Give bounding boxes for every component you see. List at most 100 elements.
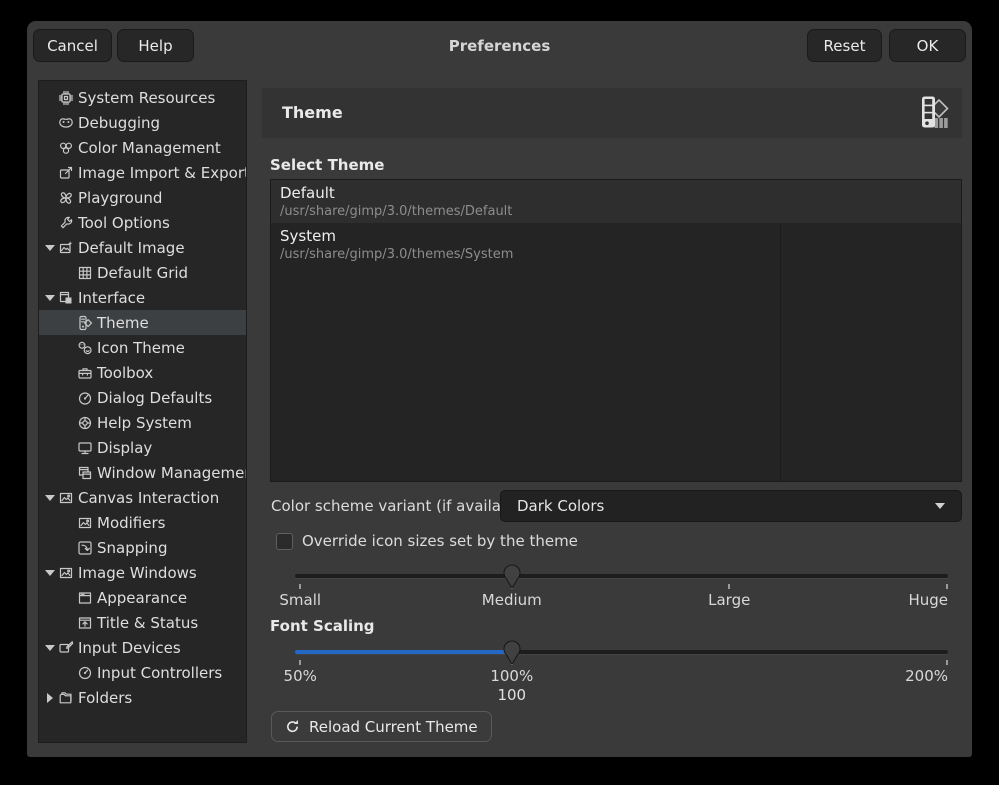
sidebar-item-label: Folders [78,689,132,707]
reset-button[interactable]: Reset [807,29,882,62]
sidebar-item-label: Playground [78,189,162,207]
help-system-icon [77,415,93,431]
sidebar-item-label: Theme [97,314,149,332]
slider-tick-label: Medium [482,591,542,609]
playground-icon [58,190,74,206]
sidebar-item-label: Canvas Interaction [78,489,219,507]
theme-list-item-default[interactable]: Default/usr/share/gimp/3.0/themes/Defaul… [271,180,961,223]
slider-tick [299,660,301,665]
expander-open-icon[interactable] [43,245,57,251]
override-icon-sizes-label: Override icon sizes set by the theme [302,532,578,550]
sidebar-item-appearance[interactable]: Appearance [39,585,246,610]
image-windows-icon [58,565,74,581]
expander-closed-icon[interactable] [43,693,57,703]
slider-tick [946,584,948,589]
default-image-icon [58,240,74,256]
theme-path: /usr/share/gimp/3.0/themes/Default [280,203,961,220]
sidebar-item-display[interactable]: Display [39,435,246,460]
sidebar-item-modifiers[interactable]: Modifiers [39,510,246,535]
sidebar-item-canvas-interaction[interactable]: Canvas Interaction [39,485,246,510]
sidebar-item-system-resources[interactable]: System Resources [39,85,246,110]
sidebar-item-tool-options[interactable]: Tool Options [39,210,246,235]
theme-swatch-icon [914,95,950,131]
sidebar-item-window-management[interactable]: Window Management [39,460,246,485]
font-scaling-label: Font Scaling [270,617,375,635]
reload-icon [285,719,300,734]
sidebar-item-label: Image Import & Export [78,164,247,182]
sidebar-item-playground[interactable]: Playground [39,185,246,210]
color-scheme-value: Dark Colors [517,497,604,515]
sidebar-item-image-import-export[interactable]: Image Import & Export [39,160,246,185]
slider-tick-label: Huge [908,591,948,609]
toolbox-icon [77,365,93,381]
icon-theme-icon [77,340,93,356]
sidebar-item-help-system[interactable]: Help System [39,410,246,435]
input-devices-icon [58,640,74,656]
sidebar-item-icon-theme[interactable]: Icon Theme [39,335,246,360]
theme-list: Default/usr/share/gimp/3.0/themes/Defaul… [270,179,962,482]
expander-open-icon[interactable] [43,645,57,651]
sidebar-item-folders[interactable]: Folders [39,685,246,710]
sidebar-item-input-devices[interactable]: Input Devices [39,635,246,660]
theme-name: Default [280,183,961,203]
page-title: Theme [282,103,343,122]
sidebar-item-label: Display [97,439,152,457]
slider-tick-label: 100% [490,667,533,685]
interface-icon [58,290,74,306]
debugging-icon [58,115,74,131]
icon-size-slider: SmallMediumLargeHuge [295,563,948,627]
ok-button[interactable]: OK [889,29,966,62]
slider-tick [728,584,730,589]
sidebar-item-color-management[interactable]: Color Management [39,135,246,160]
sidebar-item-label: Window Management [97,464,247,482]
select-theme-label: Select Theme [270,156,384,174]
theme-icon [77,315,93,331]
slider-tick-label: Large [708,591,750,609]
image-import-export-icon [58,165,74,181]
page-header: Theme [262,88,962,138]
canvas-interaction-icon [58,490,74,506]
sidebar-item-label: Tool Options [78,214,170,232]
slider-icon-size-thumb[interactable] [502,564,522,589]
sidebar-item-label: Dialog Defaults [97,389,212,407]
sidebar-item-label: Default Image [78,239,185,257]
expander-open-icon[interactable] [43,570,57,576]
color-scheme-dropdown[interactable]: Dark Colors [500,490,962,522]
sidebar-item-debugging[interactable]: Debugging [39,110,246,135]
expander-open-icon[interactable] [43,495,57,501]
theme-path: /usr/share/gimp/3.0/themes/System [280,246,961,263]
slider-icon-size-track[interactable] [295,574,948,578]
modifiers-icon [77,515,93,531]
sidebar-item-snapping[interactable]: Snapping [39,535,246,560]
sidebar-item-default-image[interactable]: Default Image [39,235,246,260]
sidebar-item-interface[interactable]: Interface [39,285,246,310]
sidebar-item-theme[interactable]: Theme [39,310,246,335]
tool-options-icon [58,215,74,231]
slider-font-fill [295,650,512,654]
sidebar-item-label: Modifiers [97,514,165,532]
sidebar-item-default-grid[interactable]: Default Grid [39,260,246,285]
window-management-icon [77,465,93,481]
dialog-defaults-icon [77,390,93,406]
slider-font-thumb[interactable] [502,640,522,665]
expander-open-icon[interactable] [43,295,57,301]
sidebar-item-label: Input Controllers [97,664,222,682]
system-resources-icon [58,90,74,106]
sidebar-item-title-status[interactable]: Title & Status [39,610,246,635]
sidebar-item-label: Help System [97,414,192,432]
override-icon-sizes-checkbox[interactable] [276,533,293,550]
sidebar-item-label: Color Management [78,139,221,157]
sidebar-item-input-controllers[interactable]: Input Controllers [39,660,246,685]
slider-tick [946,660,948,665]
slider-tick-label: 50% [284,667,317,685]
theme-list-item-system[interactable]: System/usr/share/gimp/3.0/themes/System [271,223,961,266]
title-status-icon [77,615,93,631]
font-scaling-value: 100 [497,686,526,704]
sidebar-item-toolbox[interactable]: Toolbox [39,360,246,385]
sidebar-item-image-windows[interactable]: Image Windows [39,560,246,585]
reload-current-theme-button[interactable]: Reload Current Theme [271,711,492,742]
slider-tick [299,584,301,589]
display-icon [77,440,93,456]
sidebar-item-dialog-defaults[interactable]: Dialog Defaults [39,385,246,410]
sidebar-item-label: System Resources [78,89,215,107]
